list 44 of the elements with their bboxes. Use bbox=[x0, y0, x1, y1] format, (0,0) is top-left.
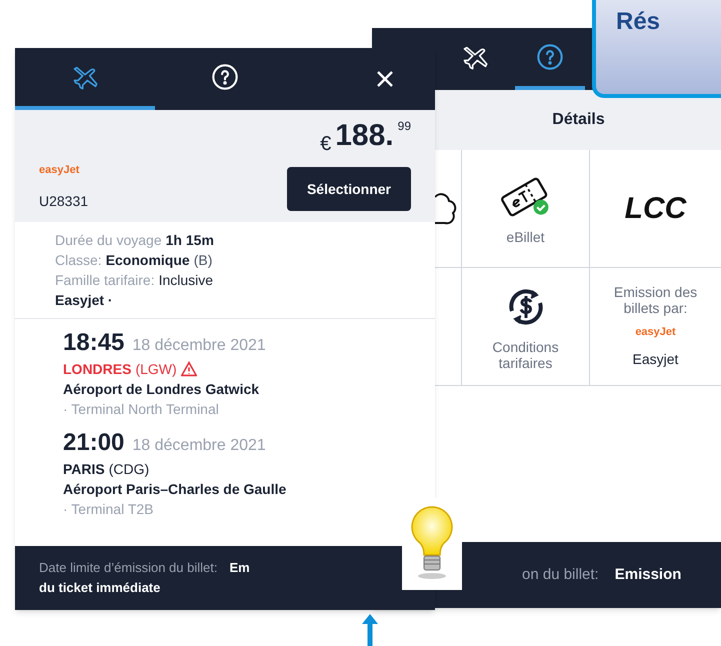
deadline-label: on du billet: bbox=[522, 564, 599, 585]
airport-code: (LGW) bbox=[135, 360, 177, 379]
flight-number: U28331 bbox=[39, 192, 88, 210]
flight-date: 18 décembre 2021 bbox=[132, 436, 266, 456]
detail-label: Famille tarifaire: bbox=[55, 271, 155, 290]
price-amount: 188. bbox=[335, 118, 394, 154]
airline-logo: easyJet bbox=[635, 325, 676, 340]
help-icon bbox=[536, 43, 564, 71]
callout-title: Rés bbox=[616, 7, 660, 37]
issuer-caption: Emission des billets par: bbox=[612, 284, 698, 316]
warning-icon bbox=[180, 361, 197, 377]
help-icon bbox=[211, 63, 239, 91]
detail-value: 1h 15m bbox=[166, 231, 214, 250]
flight-date: 18 décembre 2021 bbox=[132, 336, 266, 356]
terminal-name: · Terminal North Terminal bbox=[63, 400, 219, 419]
up-arrow-icon bbox=[362, 614, 378, 646]
issuer-name: Easyjet bbox=[632, 350, 678, 369]
close-icon bbox=[375, 69, 395, 89]
price-cents: 99 bbox=[398, 118, 411, 134]
deadline-value: Emission bbox=[614, 564, 682, 585]
airport-code: (CDG) bbox=[108, 460, 150, 479]
detail-value: Economique bbox=[106, 251, 190, 270]
detail-value: Easyjet · bbox=[55, 291, 113, 310]
detail-value: Inclusive bbox=[158, 271, 214, 290]
departure-time: 18:45 bbox=[63, 328, 124, 358]
deadline-value: du ticket immédiate bbox=[39, 579, 160, 597]
detail-caption: eBillet bbox=[506, 228, 545, 244]
deadline-value: Em bbox=[229, 559, 250, 577]
departure-time: 21:00 bbox=[63, 428, 124, 458]
city-name: LONDRES bbox=[63, 360, 132, 379]
detail-caption: Conditions tarifaires bbox=[491, 338, 560, 370]
details-title: Détails bbox=[552, 110, 605, 130]
price-currency: € bbox=[320, 132, 332, 157]
deadline-label: Date limite d’émission du billet: bbox=[39, 559, 218, 577]
airport-name: Aéroport de Londres Gatwick bbox=[63, 380, 260, 399]
terminal-name: · Terminal T2B bbox=[63, 500, 154, 519]
city-name: PARIS bbox=[63, 460, 105, 479]
fare-type-label: LCC bbox=[624, 190, 686, 226]
detail-label: Durée du voyage bbox=[55, 231, 162, 250]
detail-note: (B) bbox=[194, 251, 212, 270]
detail-label: Classe: bbox=[55, 251, 102, 270]
select-button[interactable]: Sélectionner bbox=[286, 166, 411, 210]
airline-logo: easyJet bbox=[39, 163, 80, 178]
airport-name: Aéroport Paris–Charles de Gaulle bbox=[63, 480, 286, 499]
